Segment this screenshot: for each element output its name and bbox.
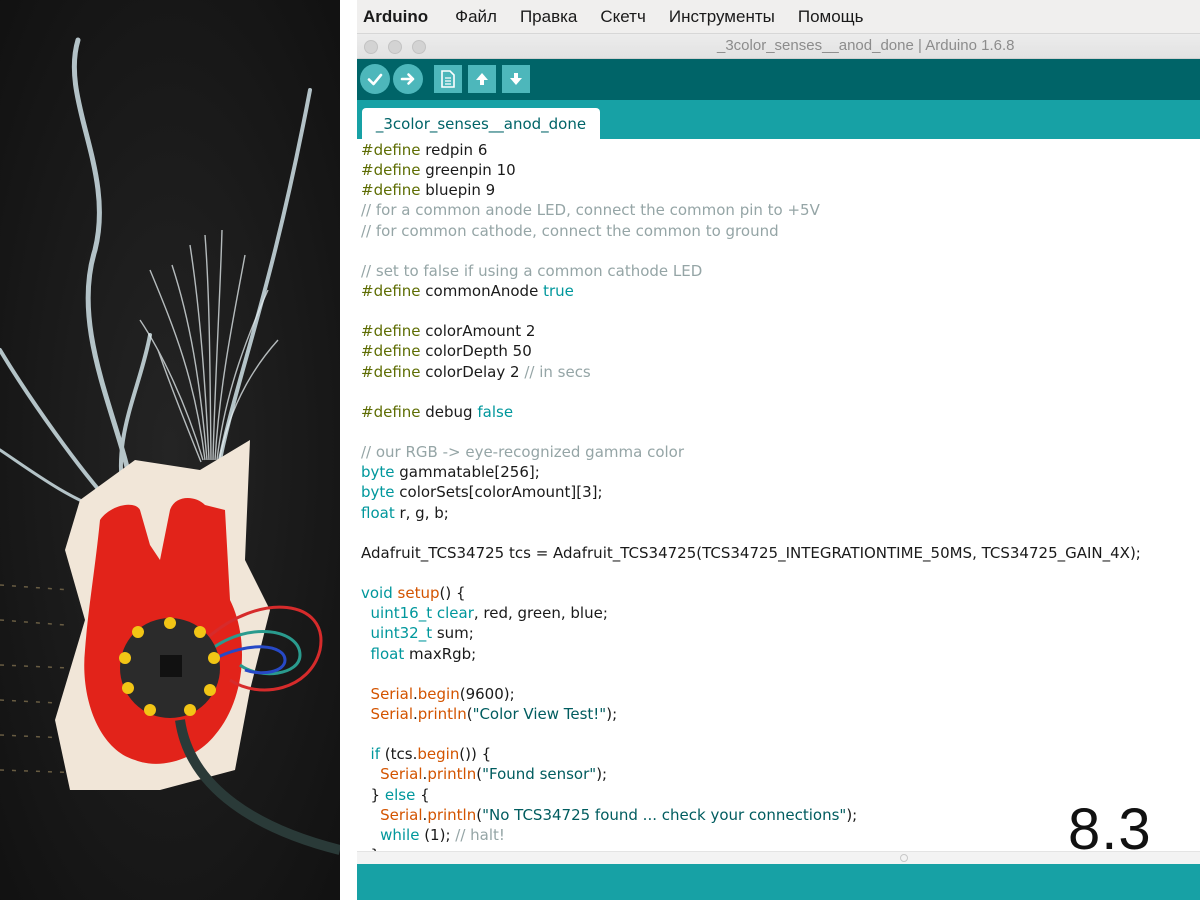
code-line: // set to false if using a common cathod… — [361, 261, 703, 280]
arrow-up-icon — [476, 73, 488, 85]
save-button[interactable] — [502, 65, 530, 93]
file-icon — [441, 70, 455, 88]
arduino-ide-window: Arduino Файл Правка Скетч Инструменты По… — [357, 0, 1200, 900]
arrow-right-icon — [400, 73, 415, 85]
code-line: Serial.println("No TCS34725 found ... ch… — [380, 805, 858, 824]
menu-arduino[interactable]: Arduino — [363, 7, 428, 27]
code-line: #define colorDepth 50 — [361, 342, 532, 361]
code-editor[interactable]: #define redpin 6 #define greenpin 10 #defi… — [357, 139, 1200, 851]
code-line: Serial.begin(9600); — [370, 684, 515, 703]
code-line: byte colorSets[colorAmount][3]; — [361, 483, 603, 502]
menu-bar: Arduino Файл Правка Скетч Инструменты По… — [357, 0, 1200, 34]
code-line: // for common cathode, connect the commo… — [361, 221, 779, 240]
tab-sketch[interactable]: _3color_senses__anod_done — [362, 108, 600, 139]
code-line: Adafruit_TCS34725 tcs = Adafruit_TCS3472… — [361, 543, 1141, 562]
code-line: Serial.println("Found sensor"); — [380, 765, 608, 784]
check-icon — [367, 73, 383, 86]
menu-help[interactable]: Помощь — [798, 7, 864, 27]
window-title: _3color_senses__anod_done | Arduino 1.6.… — [717, 37, 1015, 54]
code-line: #define greenpin 10 — [361, 161, 516, 180]
code-line: #define bluepin 9 — [361, 181, 496, 200]
code-line: #define commonAnode true — [361, 281, 574, 300]
toolbar — [357, 59, 1200, 100]
code-text: #define redpin 6 #define greenpin 10 #defi… — [361, 140, 1141, 851]
step-number: 8.3 — [1068, 797, 1152, 862]
code-line: float r, g, b; — [361, 503, 449, 522]
project-photo — [0, 0, 340, 900]
code-line: uint32_t sum; — [370, 624, 474, 643]
code-line: if (tcs.begin()) { — [370, 745, 492, 764]
upload-button[interactable] — [393, 64, 423, 94]
new-sketch-button[interactable] — [434, 65, 462, 93]
arrow-down-icon — [510, 73, 522, 85]
code-line: void setup() { — [361, 584, 466, 603]
code-line: #define colorDelay 2 // in secs — [361, 362, 591, 381]
code-line: byte gammatable[256]; — [361, 463, 540, 482]
code-line: uint16_t clear, red, green, blue; — [370, 604, 608, 623]
tab-strip: _3color_senses__anod_done — [357, 100, 1200, 139]
code-line: #define redpin 6 — [361, 141, 488, 159]
code-line: Serial.println("Color View Test!"); — [370, 704, 618, 723]
status-bar — [357, 864, 1200, 900]
menu-edit[interactable]: Правка — [520, 7, 577, 27]
felt-heart-photo — [0, 0, 340, 900]
open-button[interactable] — [468, 65, 496, 93]
code-line: // our RGB -> eye-recognized gamma color — [361, 443, 685, 462]
code-line: } else { — [361, 785, 430, 804]
code-line: float maxRgb; — [370, 644, 477, 663]
code-line: #define debug false — [361, 402, 514, 421]
verify-button[interactable] — [360, 64, 390, 94]
code-line: #define colorAmount 2 — [361, 322, 536, 341]
menu-file[interactable]: Файл — [455, 7, 497, 27]
code-line: while (1); // halt! — [380, 825, 505, 844]
window-titlebar: _3color_senses__anod_done | Arduino 1.6.… — [357, 34, 1200, 59]
menu-tools[interactable]: Инструменты — [669, 7, 775, 27]
scroll-grip[interactable] — [900, 854, 908, 862]
code-line: // for a common anode LED, connect the c… — [361, 201, 820, 220]
menu-sketch[interactable]: Скетч — [600, 7, 645, 27]
